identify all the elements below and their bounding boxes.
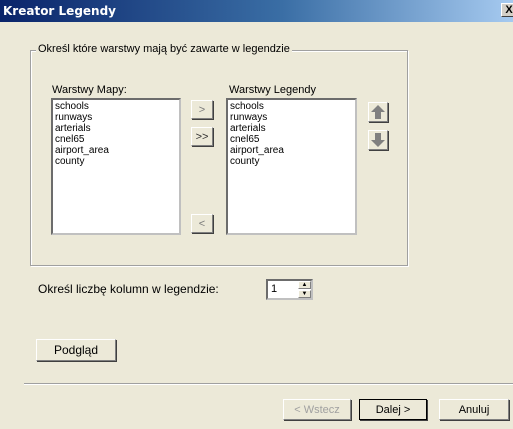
list-item[interactable]: runways (230, 112, 353, 123)
spin-up-button[interactable]: ▲ (298, 281, 311, 289)
map-layers-label: Warstwy Mapy: (52, 84, 127, 96)
list-item[interactable]: cnel65 (230, 134, 353, 145)
list-item[interactable]: county (55, 156, 177, 167)
remove-layer-button[interactable]: < (191, 214, 213, 233)
list-item[interactable]: arterials (55, 123, 177, 134)
next-button[interactable]: Dalej > (359, 399, 427, 420)
list-item[interactable]: runways (55, 112, 177, 123)
arrow-down-icon (371, 133, 385, 147)
columns-value[interactable]: 1 (271, 283, 277, 295)
move-up-button[interactable] (368, 102, 388, 122)
list-item[interactable]: schools (230, 101, 353, 112)
cancel-button[interactable]: Anuluj (439, 399, 509, 420)
groupbox-label: Określ które warstwy mają być zawarte w … (36, 43, 292, 55)
move-down-button[interactable] (368, 130, 388, 150)
list-item[interactable]: airport_area (230, 145, 353, 156)
columns-label: Określ liczbę kolumn w legendzie: (38, 282, 219, 296)
legend-layers-label: Warstwy Legendy (229, 84, 317, 96)
list-item[interactable]: cnel65 (55, 134, 177, 145)
close-button[interactable]: X (501, 3, 513, 17)
add-all-layers-button[interactable]: >> (191, 127, 213, 146)
back-button[interactable]: < Wstecz (283, 399, 351, 420)
list-item[interactable]: airport_area (55, 145, 177, 156)
list-item[interactable]: county (230, 156, 353, 167)
window-title: Kreator Legendy (3, 4, 116, 18)
separator (24, 383, 513, 385)
list-item[interactable]: schools (55, 101, 177, 112)
title-bar: Kreator Legendy X (0, 0, 513, 22)
add-layer-button[interactable]: > (191, 100, 213, 119)
map-layers-list[interactable]: schools runways arterials cnel65 airport… (51, 98, 181, 235)
columns-spinner[interactable]: 1 ▲ ▼ (266, 279, 313, 300)
arrow-up-icon (371, 105, 385, 119)
spin-down-button[interactable]: ▼ (298, 290, 311, 298)
preview-button[interactable]: Podgląd (36, 339, 116, 361)
list-item[interactable]: arterials (230, 123, 353, 134)
legend-layers-list[interactable]: schools runways arterials cnel65 airport… (226, 98, 357, 235)
